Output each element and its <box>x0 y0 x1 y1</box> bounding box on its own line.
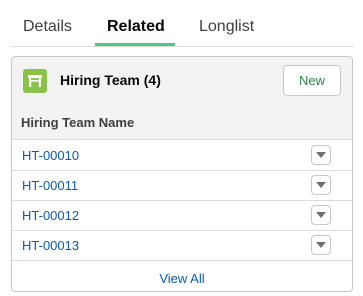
active-tab-indicator <box>95 43 175 46</box>
tab-details[interactable]: Details <box>23 18 72 36</box>
card-title: Hiring Team (4) <box>60 72 161 88</box>
column-header: Hiring Team Name <box>12 105 352 140</box>
column-header-hiring-team-name: Hiring Team Name <box>21 115 135 130</box>
table-row: HT-00011 <box>12 170 352 201</box>
chevron-down-icon <box>316 152 326 158</box>
new-button[interactable]: New <box>283 65 341 96</box>
tab-longlist[interactable]: Longlist <box>199 18 254 36</box>
hiring-team-related-list: Hiring Team (4) New Hiring Team Name HT-… <box>11 56 353 292</box>
chevron-down-icon <box>316 212 326 218</box>
tab-bar: Details Related Longlist <box>10 0 354 47</box>
table-row: HT-00010 <box>12 140 352 171</box>
hiring-team-link[interactable]: HT-00012 <box>22 208 79 223</box>
row-actions-button[interactable] <box>311 235 331 255</box>
row-actions-button[interactable] <box>311 175 331 195</box>
hiring-team-link[interactable]: HT-00010 <box>22 148 79 163</box>
row-actions-button[interactable] <box>311 145 331 165</box>
card-footer: View All <box>12 261 352 291</box>
hiring-team-link[interactable]: HT-00011 <box>22 178 78 193</box>
view-all-link[interactable]: View All <box>159 271 204 286</box>
chevron-down-icon <box>316 182 326 188</box>
chevron-down-icon <box>316 242 326 248</box>
table-row: HT-00012 <box>12 200 352 231</box>
desk-icon <box>23 69 47 93</box>
card-header: Hiring Team (4) New <box>12 57 352 106</box>
table-row: HT-00013 <box>12 230 352 261</box>
hiring-team-link[interactable]: HT-00013 <box>22 238 79 253</box>
tab-related[interactable]: Related <box>107 18 165 36</box>
row-actions-button[interactable] <box>311 205 331 225</box>
